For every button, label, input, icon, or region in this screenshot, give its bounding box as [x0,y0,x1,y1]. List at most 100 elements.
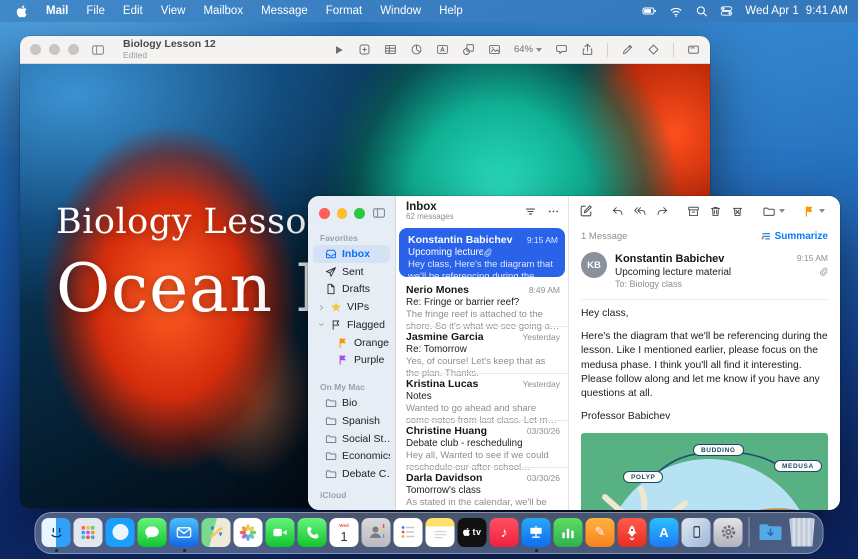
sidebar-item-economics[interactable]: Economics [313,448,390,466]
document-settings-button[interactable] [687,43,700,56]
summarize-button[interactable]: Summarize [759,231,828,243]
wifi-icon[interactable] [669,4,683,19]
dock-reminders-icon[interactable] [394,518,423,547]
dock-pages-icon[interactable]: ✎ [586,518,615,547]
flag-dropdown[interactable] [803,205,825,218]
menu-view[interactable]: View [152,5,195,17]
dock-messages-icon[interactable] [138,518,167,547]
shapes-button[interactable] [462,43,475,56]
dock-photos-icon[interactable] [234,518,263,547]
forward-button[interactable] [656,205,669,218]
dock-phone-icon[interactable] [298,518,327,547]
reply-button[interactable] [611,205,624,218]
message-row[interactable]: Jasmine GarciaYesterday Re: Tomorrow Yes… [396,326,568,373]
dock-launchpad-icon[interactable] [74,518,103,547]
archive-button[interactable] [687,205,700,218]
zoom-button[interactable] [354,208,365,219]
dock-downloads-icon[interactable] [756,518,785,547]
menu-bar-clock[interactable]: Wed Apr 1 9:41 AM [745,5,848,17]
dock-finder-icon[interactable] [42,518,71,547]
folder-icon [325,397,337,409]
dock-appstore-icon[interactable]: A [650,518,679,547]
sidebar-item-drafts[interactable]: Drafts [313,281,390,299]
message-row[interactable]: Christine Huang03/30/26 Debate club - re… [396,420,568,467]
compose-button[interactable] [579,204,593,218]
sidebar-item-sent[interactable]: Sent [313,263,390,281]
dock-music-icon[interactable]: ♪ [490,518,519,547]
dock-facetime-icon[interactable] [266,518,295,547]
sidebar-item-flag-purple[interactable]: Purple [313,352,390,370]
sidebar-item-debate-club[interactable]: Debate C… [313,465,390,483]
chart-button[interactable] [410,43,423,56]
menu-file[interactable]: File [77,5,114,17]
dock-keynote-icon[interactable] [522,518,551,547]
menu-format[interactable]: Format [317,5,371,17]
dock-contacts-icon[interactable] [362,518,391,547]
dock-appletv-icon[interactable]: tv [458,518,487,547]
dock-calendar-icon[interactable]: Wed 1 [330,518,359,547]
menu-edit[interactable]: Edit [114,5,152,17]
dock-safari-icon[interactable] [106,518,135,547]
sidebar-toggle-icon[interactable] [372,206,386,220]
sidebar-item-flagged[interactable]: Flagged [308,316,390,334]
chevron-down-icon [819,209,825,213]
trash-button[interactable] [709,205,722,218]
dock-mail-icon[interactable] [170,518,199,547]
control-center-icon[interactable] [720,4,733,18]
filter-icon[interactable] [524,205,537,218]
message-time: Yesterday [523,379,561,389]
menu-app-name[interactable]: Mail [37,5,77,17]
play-button[interactable] [333,44,345,56]
more-options-icon[interactable] [547,205,560,218]
dock-notes-icon[interactable] [426,518,455,547]
comment-button[interactable] [555,43,568,56]
sidebar-item-inbox[interactable]: Inbox [313,245,390,263]
sidebar-item-bio[interactable]: Bio [313,394,390,412]
minimize-button[interactable] [49,44,60,55]
close-button[interactable] [30,44,41,55]
close-button[interactable] [319,208,330,219]
format-brush-button[interactable] [621,43,634,56]
dock-maps-icon[interactable] [202,518,231,547]
message-row[interactable]: Darla Davidson03/30/26 Tomorrow's class … [396,467,568,510]
dock-settings-icon[interactable] [714,518,743,547]
dock-trash-icon[interactable] [788,518,817,547]
sidebar-item-vips[interactable]: VIPs [308,298,390,316]
text-box-button[interactable] [436,43,449,56]
menu-window[interactable]: Window [371,5,430,17]
animate-button[interactable] [647,43,660,56]
menu-mailbox[interactable]: Mailbox [194,5,252,17]
menu-help[interactable]: Help [430,5,472,17]
zoom-button[interactable] [68,44,79,55]
chevron-right-icon[interactable] [318,303,325,312]
dock-numbers-icon[interactable] [554,518,583,547]
spotlight-search-icon[interactable] [695,4,708,18]
message-row[interactable]: Kristina LucasYesterday Notes Wanted to … [396,373,568,420]
sidebar-item-spanish[interactable]: Spanish [313,412,390,430]
folder-icon [325,468,337,480]
mail-window[interactable]: Favorites Inbox Sent Drafts VIPs F [308,196,840,510]
sidebar-toggle-icon[interactable] [91,43,105,57]
message-row[interactable]: Nerio Mones8:49 AM Re: Fringe or barrier… [396,279,568,326]
media-button[interactable] [488,43,501,56]
message-row-selected[interactable]: Konstantin Babichev9:15 AM Upcoming lect… [399,228,565,277]
apple-menu-icon[interactable] [16,4,29,19]
share-button[interactable] [581,43,594,56]
battery-icon[interactable] [642,3,657,19]
dock-iphone-mirroring-icon[interactable] [682,518,711,547]
minimize-button[interactable] [337,208,348,219]
reply-all-button[interactable] [633,205,647,218]
attachment-diagram[interactable]: POLYP BUDDING MEDUSA [581,433,828,510]
add-slide-button[interactable] [358,43,371,56]
sidebar-item-flag-orange[interactable]: Orange [313,334,390,352]
dock-games-icon[interactable] [618,518,647,547]
sidebar-item-social-studies[interactable]: Social St… [313,430,390,448]
chevron-down-icon[interactable] [317,321,326,328]
zoom-level-dropdown[interactable]: 64% [514,44,542,55]
move-to-folder-dropdown[interactable] [762,205,785,218]
to-recipient[interactable]: Biology class [630,279,683,289]
chevron-down-icon [536,48,542,52]
table-button[interactable] [384,43,397,56]
junk-button[interactable] [731,205,744,218]
menu-message[interactable]: Message [252,5,317,17]
